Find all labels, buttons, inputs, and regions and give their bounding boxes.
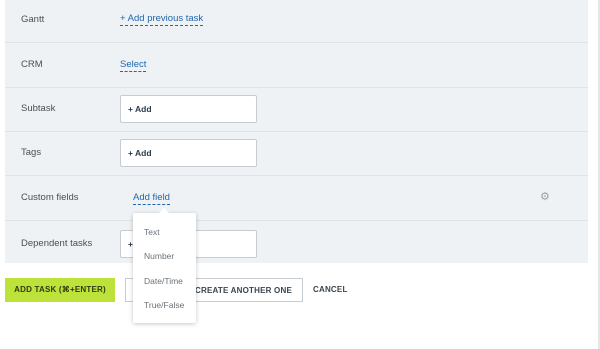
dependent-tasks-label: Dependent tasks: [21, 238, 93, 249]
add-task-button[interactable]: ADD TASK (⌘+ENTER): [5, 278, 115, 302]
field-type-dropdown: Text Number Date/Time True/False: [133, 208, 196, 323]
crm-label: CRM: [21, 59, 43, 70]
divider: [5, 42, 588, 43]
add-tag-button[interactable]: + Add: [120, 139, 257, 167]
cancel-button[interactable]: CANCEL: [313, 278, 353, 302]
field-type-option-datetime[interactable]: Date/Time: [144, 276, 183, 286]
custom-fields-label: Custom fields: [21, 192, 79, 203]
divider: [5, 220, 588, 221]
gantt-label: Gantt: [21, 14, 45, 25]
field-type-option-text[interactable]: Text: [144, 227, 160, 237]
crm-select-link[interactable]: Select: [120, 59, 147, 72]
divider: [5, 131, 588, 132]
add-previous-task-link[interactable]: + Add previous task: [120, 13, 204, 26]
add-subtask-button[interactable]: + Add: [120, 95, 257, 123]
gear-icon[interactable]: ⚙: [540, 192, 550, 203]
add-field-link[interactable]: Add field: [133, 192, 170, 205]
tags-label: Tags: [21, 147, 42, 158]
divider: [5, 175, 588, 176]
subtask-label: Subtask: [21, 103, 56, 114]
field-type-option-truefalse[interactable]: True/False: [144, 300, 184, 310]
divider: [5, 87, 588, 88]
field-type-option-number[interactable]: Number: [144, 251, 174, 261]
dropdown-caret: [159, 208, 169, 213]
